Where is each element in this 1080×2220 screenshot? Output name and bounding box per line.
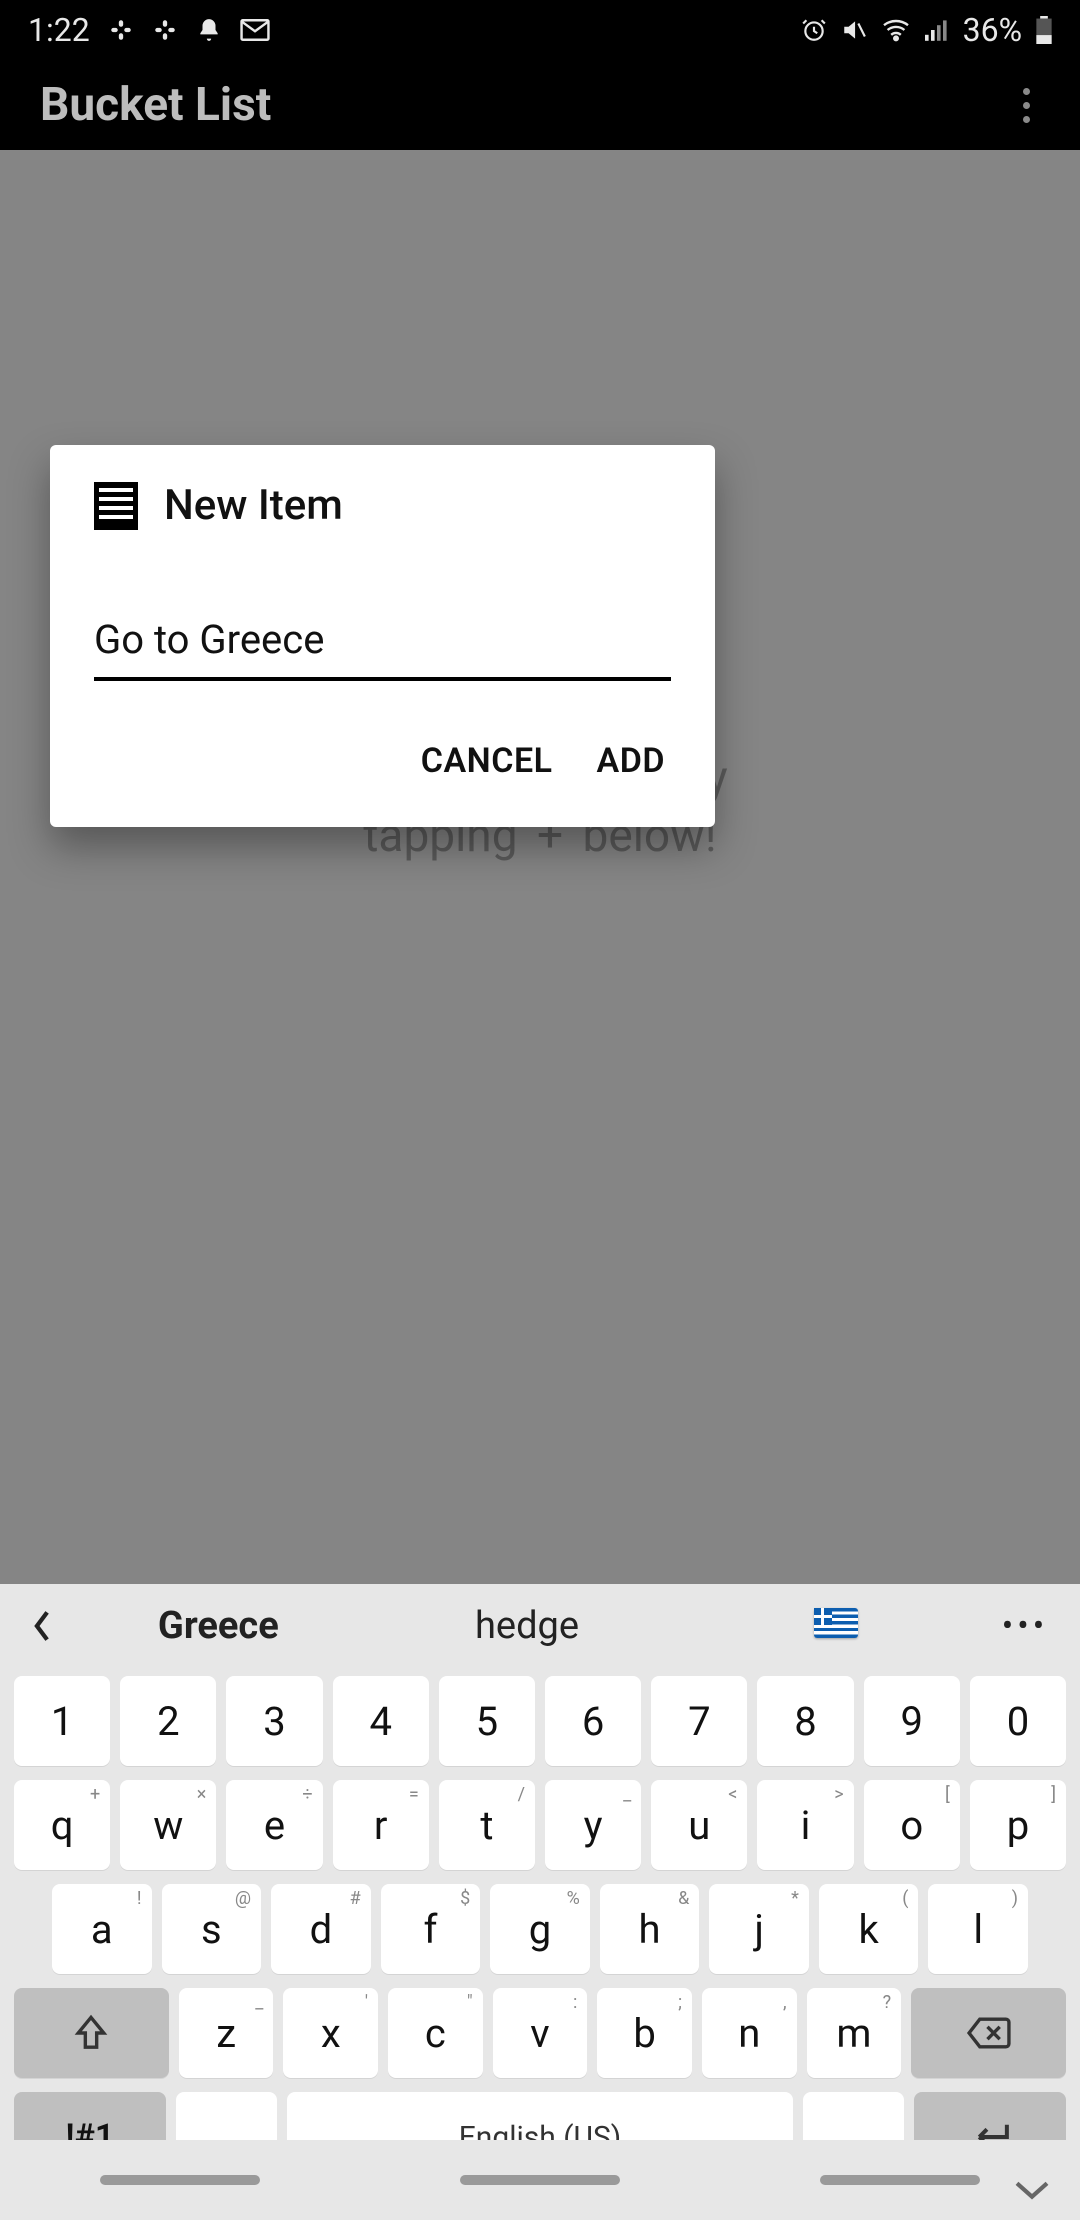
key-w[interactable]: w× [120,1780,216,1870]
key-8[interactable]: 8 [757,1676,853,1766]
suggestion-item[interactable]: Greece [64,1604,373,1648]
add-button[interactable]: ADD [597,741,666,781]
greece-flag-icon [814,1608,858,1638]
key-rows: 1234567890 q+w×e÷r=t/y_u<i>o[p] a!s@d#f$… [0,1668,1080,2220]
key-e[interactable]: e÷ [226,1780,322,1870]
overflow-menu-button[interactable] [1013,78,1040,133]
dialog-actions: CANCEL ADD [50,681,715,817]
key-t[interactable]: t/ [439,1780,535,1870]
nav-home[interactable] [460,2175,620,2185]
key-r[interactable]: r= [333,1780,429,1870]
key-j[interactable]: j* [709,1884,809,1974]
key-7[interactable]: 7 [651,1676,747,1766]
keyboard-collapse-button[interactable] [1012,2178,1052,2202]
key-h[interactable]: h& [600,1884,700,1974]
key-c[interactable]: c" [388,1988,483,2078]
status-bar: 1:22 36% [0,0,1080,60]
status-left: 1:22 [28,11,270,49]
status-time: 1:22 [28,11,90,49]
alarm-icon [801,17,827,43]
key-i[interactable]: i> [757,1780,853,1870]
app-bar: Bucket List [0,60,1080,150]
new-item-dialog: New Item CANCEL ADD [50,445,715,827]
soft-keyboard: Greece hedge ••• 1234567890 q+w×e÷r=t/y_… [0,1584,1080,2220]
key-1[interactable]: 1 [14,1676,110,1766]
suggestion-item[interactable]: hedge [373,1604,682,1648]
suggestion-item[interactable] [681,1604,990,1648]
battery-text: 36% [963,11,1022,49]
item-name-input[interactable] [94,610,671,681]
gmail-icon [240,19,270,41]
dialog-header: New Item [50,445,715,530]
key-u[interactable]: u< [651,1780,747,1870]
nav-recents[interactable] [100,2175,260,2185]
list-icon [94,482,138,530]
key-v[interactable]: v: [493,1988,588,2078]
signal-icon [925,19,949,41]
key-p[interactable]: p] [970,1780,1066,1870]
shift-key[interactable] [14,1988,169,2078]
key-6[interactable]: 6 [545,1676,641,1766]
key-9[interactable]: 9 [864,1676,960,1766]
key-q[interactable]: q+ [14,1780,110,1870]
key-k[interactable]: k( [819,1884,919,1974]
key-3[interactable]: 3 [226,1676,322,1766]
dialog-title: New Item [164,481,343,530]
suggestion-more-button[interactable]: ••• [990,1606,1060,1646]
suggestion-back-button[interactable] [20,1609,64,1643]
key-b[interactable]: b; [597,1988,692,2078]
mute-icon [841,17,867,43]
status-right: 36% [801,11,1052,49]
key-l[interactable]: l) [928,1884,1028,1974]
key-g[interactable]: g% [490,1884,590,1974]
key-5[interactable]: 5 [439,1676,535,1766]
battery-icon [1036,16,1052,44]
suggestion-bar: Greece hedge ••• [0,1584,1080,1668]
key-2[interactable]: 2 [120,1676,216,1766]
backspace-key[interactable] [911,1988,1066,2078]
slack-icon [108,17,134,43]
key-z[interactable]: z_ [179,1988,274,2078]
cancel-button[interactable]: CANCEL [421,741,553,781]
key-m[interactable]: m? [807,1988,902,2078]
key-4[interactable]: 4 [333,1676,429,1766]
slack-icon [152,17,178,43]
nav-back[interactable] [820,2175,980,2185]
key-o[interactable]: o[ [864,1780,960,1870]
notification-bell-icon [196,16,222,44]
dialog-field [94,610,671,681]
page-title: Bucket List [40,78,271,132]
key-y[interactable]: y_ [545,1780,641,1870]
key-d[interactable]: d# [271,1884,371,1974]
key-f[interactable]: f$ [381,1884,481,1974]
nav-bar [0,2140,1080,2220]
key-x[interactable]: x' [283,1988,378,2078]
key-0[interactable]: 0 [970,1676,1066,1766]
key-n[interactable]: n, [702,1988,797,2078]
key-a[interactable]: a! [52,1884,152,1974]
key-s[interactable]: s@ [162,1884,262,1974]
wifi-icon [881,18,911,42]
